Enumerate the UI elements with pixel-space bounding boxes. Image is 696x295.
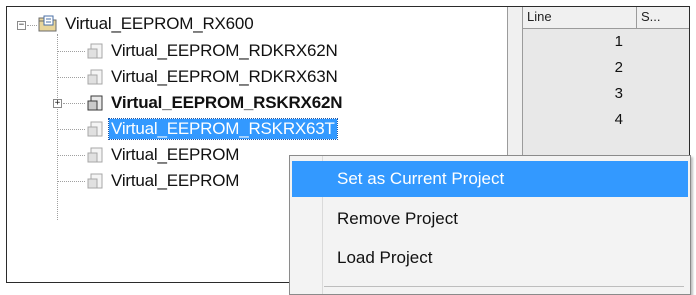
project-label[interactable]: Virtual_EEPROM_RDKRX62N (111, 41, 338, 61)
tree-connector (63, 103, 85, 104)
context-menu: Set as Current Project Remove Project Lo… (289, 155, 691, 295)
line-number: 2 (614, 59, 623, 76)
project-icon (87, 172, 105, 190)
column-header-s[interactable]: S... (637, 7, 689, 29)
current-project-icon (87, 94, 105, 112)
tree-connector (57, 155, 85, 156)
tree-item-row-selected[interactable]: Virtual_EEPROM_RSKRX63T (7, 116, 507, 142)
set-current-project-item[interactable]: Set as Current Project (292, 161, 688, 197)
load-project-item[interactable]: Load Project (292, 240, 688, 276)
project-icon (87, 120, 105, 138)
selected-project-label[interactable]: Virtual_EEPROM_RSKRX63T (108, 118, 338, 140)
line-number: 4 (614, 111, 623, 128)
project-label[interactable]: Virtual_EEPROM_RDKRX63N (111, 67, 338, 87)
line-number: 3 (614, 85, 623, 102)
tree-item-row[interactable]: Virtual_EEPROM_RDKRX62N (7, 38, 507, 64)
remove-project-item[interactable]: Remove Project (292, 201, 688, 237)
project-label[interactable]: Virtual_EEPROM (111, 171, 239, 191)
tree-connector (27, 25, 37, 26)
workspace-folder-icon (38, 15, 58, 33)
tree-connector (57, 181, 85, 182)
current-project-label[interactable]: Virtual_EEPROM_RSKRX62N (111, 93, 342, 113)
project-icon (87, 42, 105, 60)
tree-connector (57, 51, 85, 52)
tree-item-row[interactable]: Virtual_EEPROM_RDKRX63N (7, 64, 507, 90)
column-header-line[interactable]: Line (523, 7, 637, 29)
project-icon (87, 68, 105, 86)
project-label[interactable]: Virtual_EEPROM (111, 145, 239, 165)
menu-separator (324, 286, 684, 287)
tree-connector (57, 77, 85, 78)
workspace-name[interactable]: Virtual_EEPROM_RX600 (65, 14, 254, 34)
tree-item-row-current[interactable]: + Virtual_EEPROM_RSKRX62N (7, 90, 507, 116)
tree-connector (57, 129, 85, 130)
expand-toggle[interactable]: + (53, 99, 62, 108)
project-icon (87, 146, 105, 164)
collapse-toggle[interactable]: − (17, 21, 26, 30)
line-number: 1 (614, 33, 623, 50)
tree-root-row[interactable]: − Virtual_EEPROM_RX600 (7, 12, 507, 38)
